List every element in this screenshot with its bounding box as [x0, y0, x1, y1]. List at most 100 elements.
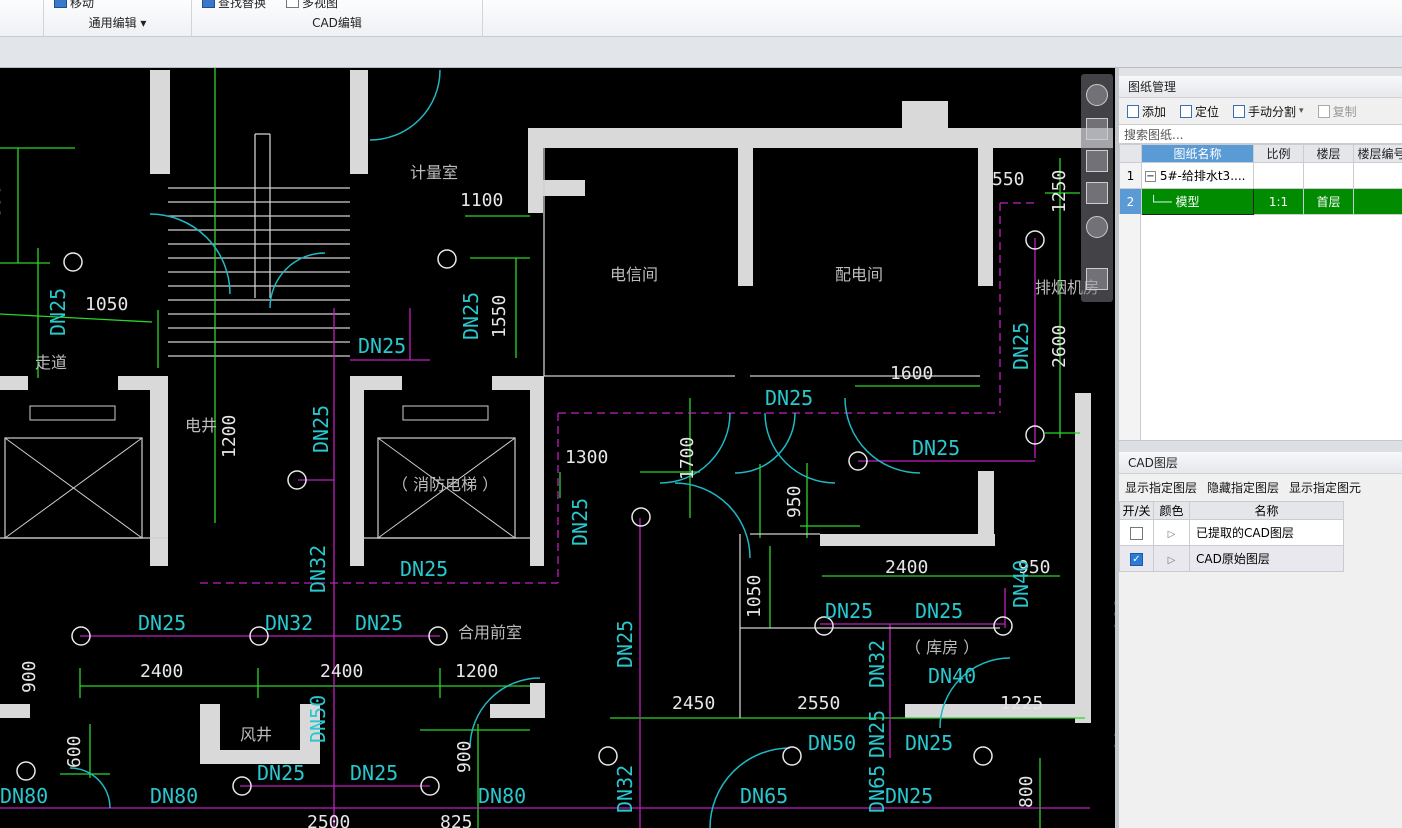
layer-name: 已提取的CAD图层	[1189, 519, 1344, 546]
pipe-size-label: DN40	[1009, 560, 1033, 608]
dimension-label: 1550	[0, 185, 5, 228]
layer-checkbox[interactable]	[1130, 526, 1143, 540]
column-floor[interactable]: 楼层	[1303, 144, 1354, 163]
table-row[interactable]: ✓ ▷ CAD原始图层	[1119, 545, 1344, 572]
pipe-size-label: DN50	[808, 731, 856, 755]
dimension-label: 2400	[320, 661, 363, 682]
pipe-size-label: DN25	[46, 288, 70, 336]
list-view-icon[interactable]	[1086, 268, 1108, 290]
header-rownum	[1119, 144, 1142, 163]
column-floor-code[interactable]: 楼层编号	[1353, 144, 1402, 163]
dimension-label: 550	[992, 169, 1025, 190]
dimension-label: 1200	[219, 415, 240, 458]
orbit-icon[interactable]	[1086, 84, 1108, 106]
dimension-label: 825	[440, 812, 473, 828]
pipe-size-label: DN32	[613, 765, 637, 813]
copy-icon	[1317, 104, 1330, 118]
cad-drawing: 计量室电信间 配电间排烟机房走道电井（ 消防电梯 ）合用前室（ 库房 ）风井110…	[0, 68, 1115, 828]
wall	[350, 70, 368, 174]
room-label: 电信间	[610, 265, 658, 284]
pipe-size-label: DN25	[613, 620, 637, 668]
table-row[interactable]: ▷ 已提取的CAD图层	[1119, 519, 1344, 546]
find-replace-button[interactable]: 查找替换	[202, 0, 266, 11]
rotate-icon[interactable]	[1086, 216, 1108, 238]
table-row-selected[interactable]: 2 └── 模型 1:1 首层	[1119, 188, 1402, 215]
manual-split-button[interactable]: 手动分割 ▾	[1233, 103, 1304, 120]
multi-view-icon	[286, 0, 299, 8]
door-arc	[149, 213, 231, 295]
cad-edit-label: CAD编辑	[312, 16, 362, 30]
show-element-button[interactable]: 显示指定图元	[1289, 479, 1361, 496]
column-drawing-name[interactable]: 图纸名称	[1141, 144, 1254, 163]
drawing-search-input[interactable]: 搜索图纸...	[1119, 124, 1402, 144]
copy-button[interactable]: 复制	[1317, 103, 1357, 120]
collapse-icon[interactable]: −	[1145, 171, 1156, 182]
room-label: 计量室	[410, 163, 458, 182]
drawing-name-cell[interactable]: └── 模型	[1141, 188, 1254, 215]
scale-cell[interactable]	[1253, 162, 1304, 189]
floor-code-cell[interactable]	[1353, 162, 1402, 189]
cad-drawing-canvas[interactable]: 计量室 电信间 配电间 排烟机房 走道 电井（ 消防电梯 ）合用前室（ 库房 ）风井 110…	[0, 68, 1115, 828]
pan-icon[interactable]	[1086, 150, 1108, 172]
view-navigation-bar[interactable]	[1081, 74, 1113, 302]
layer-color-cell[interactable]: ▷	[1153, 519, 1190, 546]
row-gutter	[1119, 214, 1141, 440]
room-label: 配电间	[835, 265, 883, 284]
general-edit-dropdown[interactable]: 通用编辑 ▾	[44, 14, 191, 31]
scale-cell[interactable]: 1:1	[1253, 188, 1304, 215]
panel-splitter[interactable]	[1119, 440, 1402, 452]
pipe-size-label: DN80	[478, 784, 526, 808]
dimension-label: 1200	[455, 661, 498, 682]
column-scale[interactable]: 比例	[1253, 144, 1304, 163]
drawing-table-header: 图纸名称 比例 楼层 楼层编号	[1119, 144, 1402, 163]
dimension-label: 2500	[307, 812, 350, 828]
floor-cell[interactable]	[1303, 162, 1354, 189]
show-layer-button[interactable]: 显示指定图层	[1125, 479, 1197, 496]
dimension-label: 1100	[460, 190, 503, 211]
ribbon: 移动 通用编辑 ▾ 查找替换 多视图 CAD编辑	[0, 0, 1402, 37]
column-layer-name: 名称	[1189, 501, 1344, 520]
column-toggle: 开/关	[1119, 501, 1154, 520]
drawing-name: 模型	[1175, 195, 1200, 209]
locate-button[interactable]: 定位	[1180, 103, 1219, 120]
drawing-line	[0, 313, 153, 323]
wall	[150, 70, 170, 174]
fixture-circle	[631, 507, 651, 527]
tree-branch-icon: └──	[1150, 195, 1172, 209]
multi-view-button[interactable]: 多视图	[286, 0, 338, 11]
add-drawing-button[interactable]: 添加	[1127, 103, 1166, 120]
layer-name: CAD原始图层	[1189, 545, 1344, 572]
hide-layer-button[interactable]: 隐藏指定图层	[1207, 479, 1279, 496]
room-label: 走道	[35, 353, 67, 372]
dimension-label: 1250	[1049, 170, 1070, 213]
layer-table: 开/关 颜色 名称 ▷ 已提取的CAD图层 ✓ ▷ CAD原始图层	[1119, 501, 1344, 572]
drawing-name: 5#-给排水t3....	[1159, 169, 1246, 183]
wall	[528, 128, 543, 213]
move-button[interactable]: 移动	[54, 0, 94, 11]
pipe-size-label: DN50	[306, 695, 330, 743]
split-label: 手动分割	[1248, 104, 1297, 119]
3d-view-icon[interactable]	[1086, 118, 1108, 140]
layer-toggle-cell[interactable]: ✓	[1119, 545, 1154, 572]
zoom-window-icon[interactable]	[1086, 182, 1108, 204]
pipe-size-label: DN25	[138, 611, 186, 635]
copy-label: 复制	[1332, 104, 1357, 119]
layer-checkbox-checked[interactable]: ✓	[1130, 552, 1143, 566]
layer-toggle-cell[interactable]	[1119, 519, 1154, 546]
table-row[interactable]: 1 − 5#-给排水t3....	[1119, 162, 1402, 189]
multi-view-label: 多视图	[302, 0, 339, 10]
dimension-label: 1700	[677, 437, 698, 480]
pipe-size-label: DN25	[915, 599, 963, 623]
find-replace-icon	[202, 0, 215, 8]
floor-cell[interactable]: 首层	[1303, 188, 1354, 215]
drawing-name-cell[interactable]: − 5#-给排水t3....	[1141, 162, 1254, 189]
layer-color-cell[interactable]: ▷	[1153, 545, 1190, 572]
floor-code-cell[interactable]	[1353, 188, 1402, 215]
elevator-panel	[402, 405, 489, 421]
add-icon	[1127, 104, 1139, 118]
ribbon-group-general-edit: 移动 通用编辑 ▾	[44, 0, 192, 37]
cad-layers-title: CAD图层	[1119, 452, 1402, 474]
dimension-label: 800	[1016, 775, 1037, 808]
pipe-size-label: DN25	[905, 731, 953, 755]
dimension-label: 1600	[890, 363, 933, 384]
